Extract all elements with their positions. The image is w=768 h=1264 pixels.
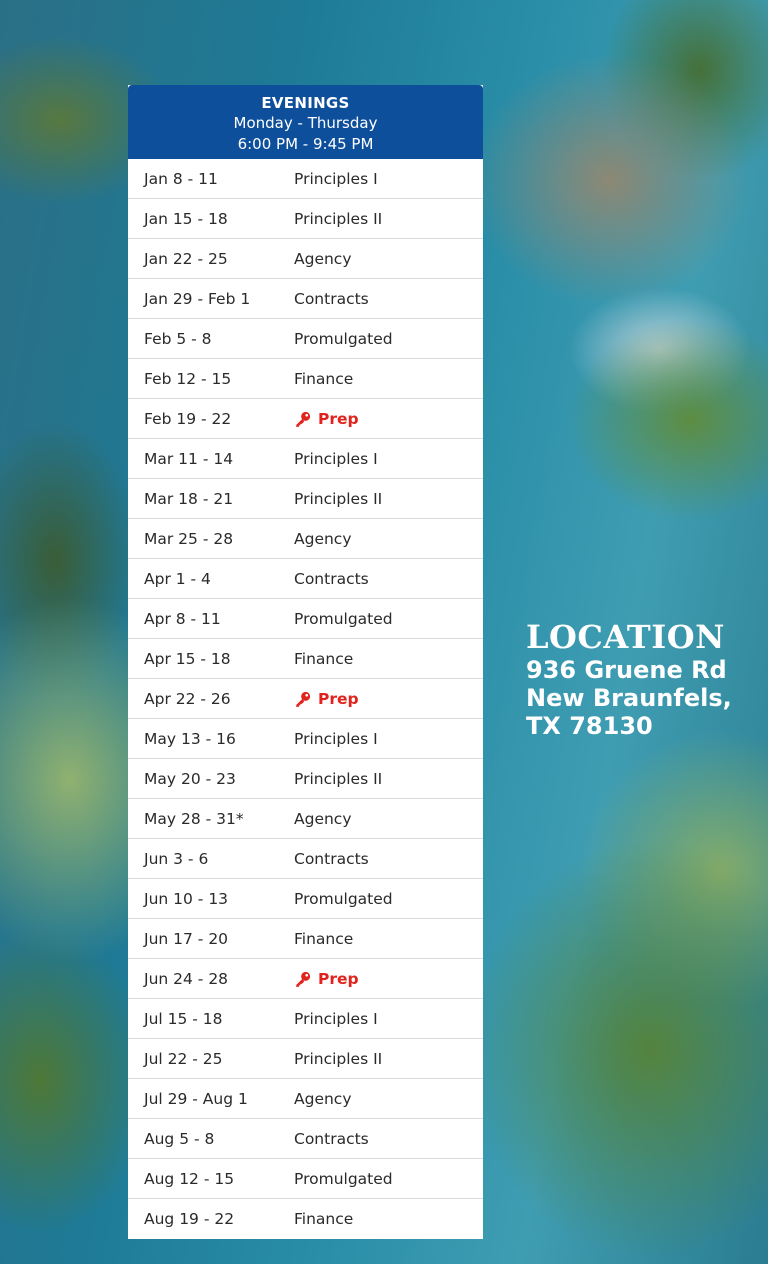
row-date: May 20 - 23 [144, 769, 236, 788]
row-course: Contracts [294, 569, 369, 588]
table-row: Mar 25 - 28 Agency [128, 519, 483, 559]
row-date: Jan 8 - 11 [144, 169, 218, 188]
table-row: Feb 19 - 22 Prep [128, 399, 483, 439]
row-date: Mar 25 - 28 [144, 529, 234, 548]
row-course: Principles II [294, 1049, 383, 1068]
table-row: Jan 22 - 25 Agency [128, 239, 483, 279]
row-course: Finance [294, 369, 354, 388]
row-course: Agency [294, 249, 352, 268]
row-course: Finance [294, 929, 354, 948]
table-row: May 20 - 23 Principles II [128, 759, 483, 799]
schedule-days: Monday - Thursday [233, 114, 378, 132]
table-row: Mar 18 - 21 Principles II [128, 479, 483, 519]
location-block: LOCATION 936 Gruene Rd New Braunfels, TX… [526, 618, 732, 740]
row-date: Jan 29 - Feb 1 [144, 289, 251, 308]
table-row: Jan 8 - 11 Principles I [128, 159, 483, 199]
prep-label: Prep [318, 969, 359, 988]
row-date: Feb 5 - 8 [144, 329, 212, 348]
location-city: New Braunfels, [526, 684, 732, 712]
table-row: Apr 1 - 4 Contracts [128, 559, 483, 599]
row-date: Apr 1 - 4 [144, 569, 211, 588]
row-course: Contracts [294, 849, 369, 868]
row-date: Feb 19 - 22 [144, 409, 232, 428]
row-course: Prep [294, 690, 483, 708]
evening-schedule-table: EVENINGS Monday - Thursday 6:00 PM - 9:4… [128, 85, 483, 1239]
table-row: Aug 19 - 22 Finance [128, 1199, 483, 1239]
table-row: Jun 10 - 13 Promulgated [128, 879, 483, 919]
schedule-header: EVENINGS Monday - Thursday 6:00 PM - 9:4… [128, 85, 483, 159]
row-course: Contracts [294, 289, 369, 308]
table-row: Jul 29 - Aug 1 Agency [128, 1079, 483, 1119]
row-course: Principles I [294, 169, 378, 188]
row-course: Agency [294, 1089, 352, 1108]
row-date: Jul 22 - 25 [144, 1049, 223, 1068]
table-row: Mar 11 - 14 Principles I [128, 439, 483, 479]
table-row: Feb 5 - 8 Promulgated [128, 319, 483, 359]
prep-label: Prep [318, 689, 359, 708]
table-row: Jan 15 - 18 Principles II [128, 199, 483, 239]
row-date: Apr 15 - 18 [144, 649, 231, 668]
row-date: Mar 18 - 21 [144, 489, 234, 508]
row-date: Jan 15 - 18 [144, 209, 228, 228]
table-row: Apr 15 - 18 Finance [128, 639, 483, 679]
schedule-rows: Jan 8 - 11 Principles I Jan 15 - 18 Princip… [128, 159, 483, 1239]
table-row: Feb 12 - 15 Finance [128, 359, 483, 399]
row-course: Prep [294, 970, 483, 988]
table-row: Jun 17 - 20 Finance [128, 919, 483, 959]
schedule-title: EVENINGS [261, 94, 350, 112]
location-state-zip: TX 78130 [526, 712, 653, 740]
row-course: Principles I [294, 729, 378, 748]
row-date: Aug 19 - 22 [144, 1210, 235, 1228]
row-date: Jun 10 - 13 [144, 889, 229, 908]
row-course: Promulgated [294, 889, 393, 908]
row-course: Promulgated [294, 1169, 393, 1188]
row-date: Jul 15 - 18 [144, 1009, 223, 1028]
row-date: Aug 12 - 15 [144, 1169, 235, 1188]
location-title: LOCATION [526, 618, 725, 656]
row-course: Agency [294, 809, 352, 828]
row-course: Promulgated [294, 609, 393, 628]
key-icon [296, 971, 311, 987]
row-date: Jun 17 - 20 [144, 929, 229, 948]
row-date: Apr 8 - 11 [144, 609, 221, 628]
table-row: Aug 5 - 8 Contracts [128, 1119, 483, 1159]
row-course: Principles II [294, 209, 383, 228]
row-date: Mar 11 - 14 [144, 449, 234, 468]
schedule-hours: 6:00 PM - 9:45 PM [237, 135, 374, 153]
row-course: Promulgated [294, 329, 393, 348]
row-date: May 28 - 31* [144, 809, 244, 828]
location-street: 936 Gruene Rd [526, 656, 727, 684]
key-icon [296, 691, 311, 707]
row-date: Jun 3 - 6 [144, 849, 209, 868]
table-row: Apr 22 - 26 Prep [128, 679, 483, 719]
row-course: Principles I [294, 449, 378, 468]
key-icon [296, 411, 311, 427]
table-row: Jan 29 - Feb 1 Contracts [128, 279, 483, 319]
row-date: Feb 12 - 15 [144, 369, 232, 388]
row-date: Jan 22 - 25 [144, 249, 228, 268]
table-row: May 28 - 31* Agency [128, 799, 483, 839]
prep-label: Prep [318, 409, 359, 428]
row-course: Finance [294, 649, 354, 668]
table-row: Jun 3 - 6 Contracts [128, 839, 483, 879]
table-row: May 13 - 16 Principles I [128, 719, 483, 759]
row-course: Finance [294, 1210, 354, 1228]
table-row: Jul 15 - 18 Principles I [128, 999, 483, 1039]
row-course: Prep [294, 410, 483, 428]
row-date: Jul 29 - Aug 1 [144, 1089, 248, 1108]
row-course: Principles I [294, 1009, 378, 1028]
row-date: Aug 5 - 8 [144, 1129, 215, 1148]
row-course: Principles II [294, 489, 383, 508]
row-course: Principles II [294, 769, 383, 788]
row-course: Contracts [294, 1129, 369, 1148]
row-date: May 13 - 16 [144, 729, 236, 748]
row-course: Agency [294, 529, 352, 548]
table-row: Jul 22 - 25 Principles II [128, 1039, 483, 1079]
table-row: Apr 8 - 11 Promulgated [128, 599, 483, 639]
row-date: Apr 22 - 26 [144, 689, 231, 708]
table-row: Jun 24 - 28 Prep [128, 959, 483, 999]
table-row: Aug 12 - 15 Promulgated [128, 1159, 483, 1199]
row-date: Jun 24 - 28 [144, 969, 229, 988]
